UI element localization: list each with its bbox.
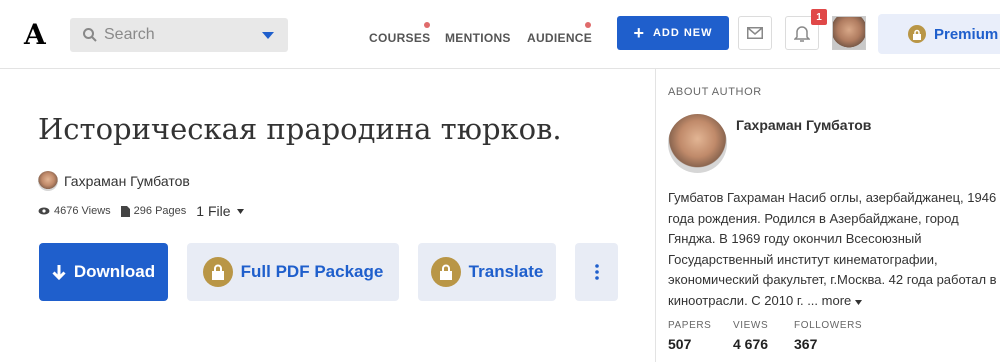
about-author-heading: ABOUT AUTHOR (668, 86, 762, 98)
papers-stat-value[interactable]: 507 (668, 336, 691, 352)
lock-icon (202, 257, 233, 287)
lock-icon (908, 25, 926, 43)
followers-stat-label: FOLLOWERS (794, 320, 863, 331)
search-box[interactable] (70, 18, 288, 52)
download-button[interactable]: Download (39, 243, 168, 301)
audience-notification-dot (585, 22, 591, 28)
sidebar-divider (655, 69, 656, 362)
caret-down-icon (236, 208, 244, 214)
paper-stats: 4676 Views 296 Pages 1 File (38, 203, 244, 219)
paper-author[interactable]: Гахраман Гумбатов (38, 171, 190, 191)
search-icon (83, 28, 97, 42)
arrow-down-icon (52, 265, 66, 280)
courses-notification-dot (424, 22, 430, 28)
full-pdf-package-button[interactable]: Full PDF Package (187, 243, 399, 301)
eye-icon (38, 207, 50, 215)
translate-button[interactable]: Translate (418, 243, 556, 301)
notification-badge: 1 (811, 9, 827, 25)
bio-more-link[interactable]: more (822, 293, 862, 308)
document-icon (120, 205, 130, 217)
views-stat-value: 4 676 (733, 336, 769, 352)
nav-audience[interactable]: AUDIENCE (527, 31, 592, 45)
pages-count: 296 Pages (133, 205, 187, 217)
author-bio: Гумбатов Гахраман Насиб оглы, азербайджа… (668, 188, 1000, 311)
bell-icon (794, 26, 810, 42)
top-header: A COURSES MENTIONS AUDIENCE + ADD NEW 1 (0, 0, 1000, 69)
views-count: 4676 Views (54, 205, 111, 217)
messages-button[interactable] (738, 16, 772, 50)
user-avatar[interactable] (832, 16, 866, 50)
papers-stat-label: PAPERS (668, 320, 712, 331)
premium-label: Premium (934, 25, 999, 43)
bio-more-label: more (821, 292, 852, 308)
files-count: 1 File (196, 203, 231, 219)
more-options-button[interactable] (575, 243, 618, 301)
lock-icon (430, 257, 461, 287)
author-profile-avatar[interactable] (668, 114, 727, 173)
search-input[interactable] (104, 18, 244, 52)
envelope-icon (747, 27, 763, 39)
author-avatar (38, 171, 58, 191)
author-name[interactable]: Гахраман Гумбатов (64, 173, 190, 189)
plus-icon: + (633, 23, 645, 43)
caret-down-icon (854, 299, 862, 305)
author-bio-text: Гумбатов Гахраман Насиб оглы, азербайджа… (668, 190, 997, 308)
nav-courses[interactable]: COURSES (369, 31, 430, 45)
nav-mentions[interactable]: MENTIONS (445, 31, 511, 45)
search-dropdown-chevron-icon[interactable] (262, 32, 274, 39)
views-stat-label: VIEWS (733, 320, 769, 331)
download-label: Download (73, 262, 156, 281)
premium-button[interactable]: Premium (878, 14, 1000, 54)
add-new-button[interactable]: + ADD NEW (617, 16, 729, 50)
author-profile-name[interactable]: Гахраман Гумбатов (736, 117, 871, 133)
translate-label: Translate (468, 262, 544, 281)
paper-title: Историческая прародина тюрков. (38, 112, 562, 146)
followers-stat-value[interactable]: 367 (794, 336, 817, 352)
site-logo[interactable]: A (24, 18, 46, 51)
add-new-label: ADD NEW (652, 27, 713, 39)
vertical-dots-icon (594, 264, 599, 280)
files-dropdown[interactable]: 1 File (196, 203, 244, 219)
full-pdf-label: Full PDF Package (240, 262, 384, 281)
